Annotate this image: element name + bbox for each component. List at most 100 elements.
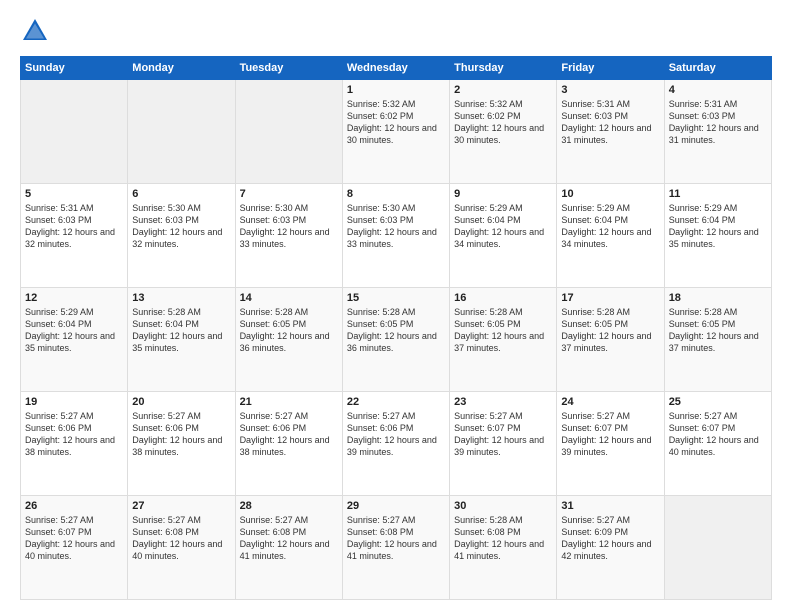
calendar-cell: 22 Sunrise: 5:27 AMSunset: 6:06 PMDayligh… [342,392,449,496]
calendar-cell: 21Sunrise: 5:27 AMSunset: 6:06 PMDayligh… [235,392,342,496]
day-number: 10 [561,188,659,200]
calendar-cell: 11 Sunrise: 5:29 AMSunset: 6:04 PMDayligh… [664,184,771,288]
weekday-header: Sunday [21,57,128,80]
day-info: Sunrise: 5:28 AMSunset: 6:05 PMDaylight:… [347,307,437,353]
calendar-cell: 20 Sunrise: 5:27 AMSunset: 6:06 PMDayligh… [128,392,235,496]
day-info: Sunrise: 5:31 AMSunset: 6:03 PMDaylight:… [25,203,115,249]
calendar-cell [21,80,128,184]
day-number: 4 [669,84,767,96]
day-info: Sunrise: 5:27 AMSunset: 6:06 PMDaylight:… [347,411,437,457]
day-number: 3 [561,84,659,96]
day-info: Sunrise: 5:30 AMSunset: 6:03 PMDaylight:… [132,203,222,249]
calendar-cell: 15 Sunrise: 5:28 AMSunset: 6:05 PMDayligh… [342,288,449,392]
day-number: 16 [454,292,552,304]
day-number: 6 [132,188,230,200]
day-info: Sunrise: 5:32 AMSunset: 6:02 PMDaylight:… [347,99,437,145]
day-info: Sunrise: 5:28 AMSunset: 6:08 PMDaylight:… [454,515,544,561]
day-number: 20 [132,396,230,408]
day-number: 21 [240,396,338,408]
day-number: 26 [25,500,123,512]
calendar-cell: 5 Sunrise: 5:31 AMSunset: 6:03 PMDaylight… [21,184,128,288]
day-number: 2 [454,84,552,96]
day-info: Sunrise: 5:27 AMSunset: 6:08 PMDaylight:… [347,515,437,561]
calendar-cell: 18 Sunrise: 5:28 AMSunset: 6:05 PMDayligh… [664,288,771,392]
calendar-cell: 23Sunrise: 5:27 AMSunset: 6:07 PMDayligh… [450,392,557,496]
day-info: Sunrise: 5:27 AMSunset: 6:09 PMDaylight:… [561,515,651,561]
calendar-cell: 3 Sunrise: 5:31 AMSunset: 6:03 PMDaylight… [557,80,664,184]
day-info: Sunrise: 5:30 AMSunset: 6:03 PMDaylight:… [240,203,330,249]
day-number: 7 [240,188,338,200]
day-number: 15 [347,292,445,304]
day-info: Sunrise: 5:31 AMSunset: 6:03 PMDaylight:… [561,99,651,145]
weekday-header: Thursday [450,57,557,80]
day-number: 8 [347,188,445,200]
weekday-header: Monday [128,57,235,80]
calendar-cell: 19Sunrise: 5:27 AMSunset: 6:06 PMDayligh… [21,392,128,496]
calendar-cell: 2 Sunrise: 5:32 AMSunset: 6:02 PMDaylight… [450,80,557,184]
weekday-header: Wednesday [342,57,449,80]
calendar-cell: 24 Sunrise: 5:27 AMSunset: 6:07 PMDayligh… [557,392,664,496]
calendar-cell: 9 Sunrise: 5:29 AMSunset: 6:04 PMDaylight… [450,184,557,288]
day-number: 27 [132,500,230,512]
day-info: Sunrise: 5:27 AMSunset: 6:08 PMDaylight:… [132,515,222,561]
day-number: 17 [561,292,659,304]
day-number: 1 [347,84,445,96]
calendar-cell: 26 Sunrise: 5:27 AMSunset: 6:07 PMDayligh… [21,496,128,600]
day-info: Sunrise: 5:27 AMSunset: 6:08 PMDaylight:… [240,515,330,561]
day-number: 13 [132,292,230,304]
day-number: 24 [561,396,659,408]
calendar-cell: 12Sunrise: 5:29 AMSunset: 6:04 PMDayligh… [21,288,128,392]
calendar: SundayMondayTuesdayWednesdayThursdayFrid… [20,56,772,600]
calendar-cell [664,496,771,600]
header [20,16,772,46]
day-info: Sunrise: 5:27 AMSunset: 6:07 PMDaylight:… [561,411,651,457]
day-number: 5 [25,188,123,200]
calendar-cell: 7 Sunrise: 5:30 AMSunset: 6:03 PMDaylight… [235,184,342,288]
day-info: Sunrise: 5:28 AMSunset: 6:05 PMDaylight:… [454,307,544,353]
weekday-header: Friday [557,57,664,80]
calendar-cell: 8 Sunrise: 5:30 AMSunset: 6:03 PMDaylight… [342,184,449,288]
day-info: Sunrise: 5:27 AMSunset: 6:06 PMDaylight:… [132,411,222,457]
calendar-week-row: 19Sunrise: 5:27 AMSunset: 6:06 PMDayligh… [21,392,772,496]
calendar-cell: 31 Sunrise: 5:27 AMSunset: 6:09 PMDayligh… [557,496,664,600]
day-number: 29 [347,500,445,512]
calendar-week-row: 5 Sunrise: 5:31 AMSunset: 6:03 PMDaylight… [21,184,772,288]
day-info: Sunrise: 5:29 AMSunset: 6:04 PMDaylight:… [454,203,544,249]
day-info: Sunrise: 5:28 AMSunset: 6:05 PMDaylight:… [240,307,330,353]
day-number: 22 [347,396,445,408]
weekday-header: Saturday [664,57,771,80]
day-info: Sunrise: 5:29 AMSunset: 6:04 PMDaylight:… [669,203,759,249]
day-info: Sunrise: 5:31 AMSunset: 6:03 PMDaylight:… [669,99,759,145]
calendar-week-row: 12Sunrise: 5:29 AMSunset: 6:04 PMDayligh… [21,288,772,392]
calendar-cell: 1 Sunrise: 5:32 AMSunset: 6:02 PMDaylight… [342,80,449,184]
calendar-cell: 4 Sunrise: 5:31 AMSunset: 6:03 PMDaylight… [664,80,771,184]
day-info: Sunrise: 5:27 AMSunset: 6:07 PMDaylight:… [454,411,544,457]
calendar-cell: 10 Sunrise: 5:29 AMSunset: 6:04 PMDayligh… [557,184,664,288]
calendar-cell: 13 Sunrise: 5:28 AMSunset: 6:04 PMDayligh… [128,288,235,392]
calendar-cell: 27 Sunrise: 5:27 AMSunset: 6:08 PMDayligh… [128,496,235,600]
day-info: Sunrise: 5:29 AMSunset: 6:04 PMDaylight:… [561,203,651,249]
calendar-cell: 6 Sunrise: 5:30 AMSunset: 6:03 PMDaylight… [128,184,235,288]
calendar-week-row: 26 Sunrise: 5:27 AMSunset: 6:07 PMDayligh… [21,496,772,600]
calendar-cell: 17Sunrise: 5:28 AMSunset: 6:05 PMDayligh… [557,288,664,392]
calendar-cell: 14 Sunrise: 5:28 AMSunset: 6:05 PMDayligh… [235,288,342,392]
day-info: Sunrise: 5:27 AMSunset: 6:06 PMDaylight:… [25,411,115,457]
day-info: Sunrise: 5:32 AMSunset: 6:02 PMDaylight:… [454,99,544,145]
day-info: Sunrise: 5:28 AMSunset: 6:04 PMDaylight:… [132,307,222,353]
day-number: 30 [454,500,552,512]
day-info: Sunrise: 5:29 AMSunset: 6:04 PMDaylight:… [25,307,115,353]
day-number: 18 [669,292,767,304]
day-info: Sunrise: 5:27 AMSunset: 6:07 PMDaylight:… [25,515,115,561]
page: SundayMondayTuesdayWednesdayThursdayFrid… [0,0,792,612]
day-number: 14 [240,292,338,304]
day-number: 11 [669,188,767,200]
weekday-header-row: SundayMondayTuesdayWednesdayThursdayFrid… [21,57,772,80]
logo-icon [20,16,50,46]
day-info: Sunrise: 5:27 AMSunset: 6:07 PMDaylight:… [669,411,759,457]
day-number: 31 [561,500,659,512]
day-info: Sunrise: 5:30 AMSunset: 6:03 PMDaylight:… [347,203,437,249]
weekday-header: Tuesday [235,57,342,80]
day-info: Sunrise: 5:28 AMSunset: 6:05 PMDaylight:… [669,307,759,353]
day-number: 9 [454,188,552,200]
calendar-cell [235,80,342,184]
